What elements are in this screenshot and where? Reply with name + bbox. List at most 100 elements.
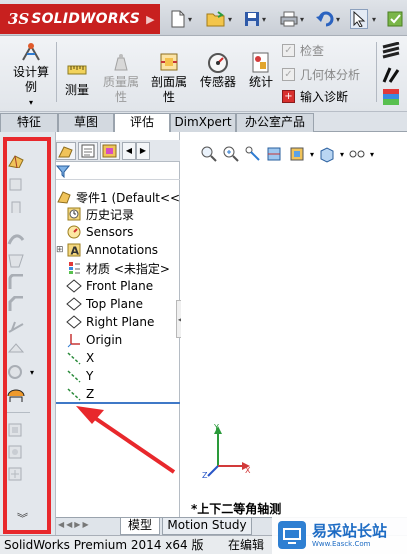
select-dropdown-arrow[interactable]: ▾: [370, 9, 376, 29]
tree-item-origin[interactable]: Origin: [66, 331, 122, 349]
open-folder-icon: [206, 11, 225, 27]
tree-item-top-plane[interactable]: Top Plane: [66, 295, 143, 313]
part-icon: [57, 191, 71, 204]
zebra-stripes-icon[interactable]: [382, 41, 400, 63]
ribbon-separator: [56, 42, 57, 102]
tree-item-y-axis[interactable]: Y: [66, 367, 93, 385]
material-icon: [69, 262, 80, 274]
tree-item-material[interactable]: 材质 <未指定>: [66, 259, 170, 277]
annotations-icon: A: [67, 243, 81, 258]
mass-properties-icon: [114, 54, 128, 71]
geometry-analysis-button[interactable]: ✓ 几何体分析: [282, 66, 360, 83]
hide-show-dropdown[interactable]: ▾: [370, 150, 374, 159]
axis-icon: [67, 370, 81, 383]
tree-label-y: Y: [86, 369, 94, 383]
watermark-logo-icon: [278, 521, 306, 549]
section-view-icon[interactable]: [266, 145, 284, 163]
tree-filter-bar[interactable]: [56, 163, 180, 180]
app-name: SOLIDWORKS: [31, 11, 141, 27]
filter-funnel-icon: [56, 165, 70, 178]
site-watermark: 易采站长站 Www.Easck.Com: [272, 516, 407, 554]
draft-analysis-icon[interactable]: [382, 88, 400, 109]
scroll-tabs-left[interactable]: ◀: [122, 142, 136, 160]
scroll-tabs-right[interactable]: ▶: [136, 142, 150, 160]
measure-icon: [67, 65, 87, 75]
property-manager-tab[interactable]: [78, 142, 98, 160]
display-style-icon[interactable]: [318, 145, 336, 163]
history-icon: [67, 207, 81, 221]
view-orientation-label: *上下二等角轴测: [191, 502, 282, 516]
geometry-analysis-icon: ✓: [282, 68, 295, 81]
mass-properties-button[interactable]: 质量属 性: [98, 50, 144, 105]
statistics-button[interactable]: 统计: [244, 50, 278, 90]
tree-item-x-axis[interactable]: X: [66, 349, 94, 367]
tab-scroll-arrows[interactable]: ◀◀▶▶: [58, 520, 91, 529]
new-document-icon: [171, 10, 185, 28]
triad-x-label: X: [245, 466, 251, 475]
axis-icon: [67, 352, 81, 365]
view-orientation-dropdown[interactable]: ▾: [310, 150, 314, 159]
tab-motion-study[interactable]: Motion Study 1: [162, 518, 252, 547]
tree-item-front-plane[interactable]: Front Plane: [66, 277, 153, 295]
plane-icon: [66, 315, 82, 329]
title-bar: 3S SOLIDWORKS ▶ ▾ ▾ ▾ ▾ ▾ ▾: [0, 0, 407, 36]
undo-button[interactable]: ▾: [316, 9, 340, 29]
sensor-gauge-icon: [208, 53, 228, 73]
select-button[interactable]: [350, 9, 368, 29]
tree-item-annotations[interactable]: ⊞ A Annotations: [56, 241, 158, 259]
sensors-icon: [67, 225, 81, 239]
design-study-button[interactable]: 设计算 例 ▾: [8, 40, 54, 110]
open-button[interactable]: ▾: [206, 9, 232, 29]
section-properties-label-2: 性: [162, 90, 175, 104]
logo-arrow-icon: ▶: [146, 12, 155, 26]
tree-label-z: Z: [86, 387, 95, 401]
import-diagnostics-button[interactable]: + 输入诊断: [282, 88, 348, 105]
import-diagnostics-icon: +: [282, 90, 295, 103]
hide-show-items-icon[interactable]: [348, 145, 366, 163]
tab-dimxpert[interactable]: DimXpert: [170, 113, 236, 132]
feature-manager-tab[interactable]: [56, 142, 76, 160]
manager-tabs: ◀ ▶: [56, 140, 180, 162]
tab-model[interactable]: 模型: [120, 518, 160, 535]
new-document-button[interactable]: ▾: [170, 9, 192, 29]
previous-view-icon[interactable]: [244, 145, 262, 163]
triad-z-label: Z: [202, 471, 208, 480]
tab-features[interactable]: 特征: [0, 113, 58, 132]
origin-icon: [67, 334, 80, 348]
tab-evaluate[interactable]: 评估: [114, 113, 170, 133]
save-button[interactable]: ▾: [244, 9, 266, 29]
command-manager: 设计算 例 ▾ 测量 质量属 性 剖面属 性 传感器 统计 ✓ 检查 ✓ 几何体…: [0, 36, 407, 112]
tree-item-history[interactable]: 历史记录: [66, 205, 134, 223]
measure-button[interactable]: 测量: [60, 58, 94, 98]
reference-triad-icon: Y X Z: [202, 424, 251, 480]
sensor-button[interactable]: 传感器: [196, 50, 240, 90]
print-button[interactable]: ▾: [280, 9, 304, 29]
tab-sketch[interactable]: 草图: [58, 113, 114, 132]
rebuild-button[interactable]: [386, 9, 407, 29]
solidworks-window: 3S SOLIDWORKS ▶ ▾ ▾ ▾ ▾ ▾ ▾ 设计算 例 ▾ 测量 质…: [0, 0, 407, 554]
configuration-manager-tab[interactable]: [100, 142, 120, 160]
zoom-to-area-icon[interactable]: [222, 145, 240, 163]
expand-plus-icon[interactable]: ⊞: [56, 245, 66, 255]
check-button[interactable]: ✓ 检查: [282, 42, 324, 59]
svg-text:A: A: [71, 245, 80, 258]
check-label: 检查: [300, 44, 325, 58]
zoom-to-fit-icon[interactable]: [200, 145, 218, 163]
display-style-dropdown[interactable]: ▾: [340, 150, 344, 159]
tab-office-products[interactable]: 办公室产品: [236, 113, 314, 132]
tree-label-front-plane: Front Plane: [86, 279, 154, 293]
tree-item-right-plane[interactable]: Right Plane: [66, 313, 154, 331]
design-study-dropdown-icon[interactable]: ▾: [29, 95, 33, 110]
geometry-analysis-label: 几何体分析: [300, 68, 361, 82]
curvature-icon[interactable]: [382, 66, 400, 87]
tree-item-part[interactable]: 零件1 (Default<<D: [56, 188, 189, 206]
tree-item-sensors[interactable]: Sensors: [66, 223, 133, 241]
view-orientation-icon[interactable]: [288, 145, 306, 163]
sensor-label: 传感器: [199, 75, 236, 89]
section-properties-button[interactable]: 剖面属 性: [146, 50, 192, 105]
watermark-url: Www.Easck.Com: [312, 539, 371, 548]
solidworks-logo[interactable]: 3S SOLIDWORKS ▶: [0, 4, 160, 34]
heads-up-view-toolbar: ▾ ▾ ▾: [200, 144, 374, 164]
plane-icon: [66, 297, 82, 311]
print-icon: [280, 11, 298, 27]
